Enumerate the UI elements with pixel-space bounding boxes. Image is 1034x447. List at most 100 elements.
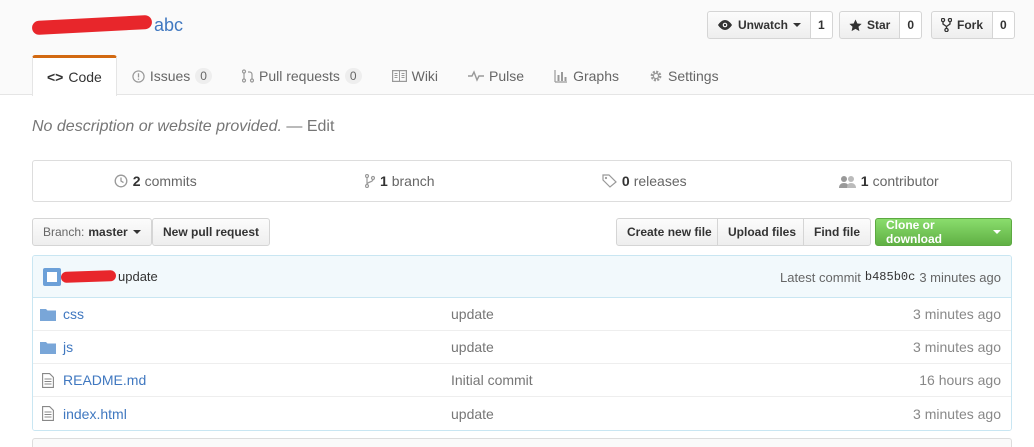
- star-icon: [849, 18, 862, 32]
- branch-select-button[interactable]: Branch: master: [32, 218, 152, 246]
- gear-icon: [649, 69, 663, 83]
- file-name-link[interactable]: js: [63, 339, 451, 355]
- branch-icon: [364, 174, 375, 188]
- table-row: js update 3 minutes ago: [33, 331, 1011, 364]
- edit-description-link[interactable]: Edit: [307, 118, 335, 135]
- unwatch-label: Unwatch: [738, 18, 789, 32]
- find-file-button[interactable]: Find file: [803, 218, 871, 246]
- clone-or-download-button[interactable]: Clone or download: [875, 218, 1012, 246]
- star-label: Star: [867, 18, 891, 32]
- upload-files-button[interactable]: Upload files: [717, 218, 808, 246]
- folder-icon: [33, 308, 63, 321]
- readme-box-edge: [32, 438, 1012, 447]
- pull-request-icon: [241, 69, 254, 83]
- contributor-label: contributor: [872, 173, 939, 189]
- tab-issues[interactable]: Issues 0: [117, 55, 227, 96]
- folder-icon: [33, 341, 63, 354]
- tab-settings[interactable]: Settings: [634, 55, 734, 96]
- commits-count: 2: [132, 173, 141, 189]
- latest-commit-age: 3 minutes ago: [919, 269, 1001, 285]
- fork-group: Fork 0: [931, 11, 1015, 39]
- stars-count[interactable]: 0: [900, 11, 923, 39]
- tab-label: Pulse: [489, 68, 525, 84]
- tab-wiki[interactable]: Wiki: [377, 55, 453, 96]
- repo-title: abc: [31, 12, 183, 38]
- releases-link[interactable]: 0 releases: [522, 161, 767, 201]
- table-row: README.md Initial commit 16 hours ago: [33, 364, 1011, 397]
- latest-commit-meta: Latest commit b485b0c 3 minutes ago: [780, 256, 1001, 298]
- contributor-count: 1: [860, 173, 869, 189]
- history-icon: [114, 174, 128, 188]
- file-table: update Latest commit b485b0c 3 minutes a…: [32, 255, 1012, 431]
- fork-label: Fork: [957, 18, 984, 32]
- branch-name: master: [88, 225, 128, 239]
- tag-icon: [602, 174, 617, 188]
- tab-label: Pull requests: [258, 68, 340, 84]
- create-new-file-button[interactable]: Create new file: [616, 218, 723, 246]
- description-separator: —: [286, 118, 303, 135]
- tab-label: Settings: [668, 68, 719, 84]
- code-icon: <>: [47, 69, 64, 85]
- file-name-link[interactable]: index.html: [63, 406, 451, 422]
- owner-redaction: [31, 14, 153, 36]
- chevron-down-icon: [993, 230, 1001, 234]
- issue-icon: [132, 69, 145, 83]
- graph-icon: [554, 69, 568, 83]
- star-button[interactable]: Star: [839, 11, 901, 39]
- file-text-icon: [33, 406, 63, 421]
- commits-link[interactable]: 2 commits: [33, 161, 278, 201]
- numbers-summary: 2 commits 1 branch 0 releases 1 contribu…: [32, 160, 1012, 202]
- releases-count: 0: [621, 173, 630, 189]
- file-age: 3 minutes ago: [913, 405, 1001, 422]
- file-age: 3 minutes ago: [913, 339, 1001, 355]
- pull-requests-counter: 0: [344, 68, 362, 84]
- tab-pulse[interactable]: Pulse: [453, 55, 539, 96]
- latest-commit-prefix: Latest commit: [779, 269, 861, 285]
- commits-label: commits: [144, 173, 197, 189]
- latest-commit-bar: update Latest commit b485b0c 3 minutes a…: [33, 256, 1011, 298]
- releases-label: releases: [633, 173, 687, 189]
- eye-icon: [717, 19, 733, 31]
- fork-button[interactable]: Fork: [931, 11, 994, 39]
- description-text: No description or website provided.: [32, 118, 282, 135]
- commit-sha-link[interactable]: b485b0c: [865, 270, 915, 284]
- tab-label: Wiki: [411, 68, 439, 84]
- watch-group: Unwatch 1: [707, 11, 833, 39]
- tab-label: Code: [68, 69, 102, 85]
- author-redaction: [60, 270, 117, 283]
- star-group: Star 0: [839, 11, 923, 39]
- clone-label: Clone or download: [886, 218, 942, 246]
- latest-commit-message[interactable]: update: [118, 269, 158, 284]
- fork-icon: [941, 18, 952, 32]
- book-icon: [391, 70, 407, 82]
- file-text-icon: [33, 372, 63, 388]
- repo-nav: <> Code Issues 0 Pull requests 0 Wiki Pu…: [32, 55, 734, 96]
- file-name-link[interactable]: README.md: [63, 372, 451, 388]
- file-name-link[interactable]: css: [63, 306, 451, 322]
- watchers-count[interactable]: 1: [811, 11, 833, 39]
- file-age: 16 hours ago: [919, 372, 1001, 388]
- tab-graphs[interactable]: Graphs: [539, 55, 634, 96]
- branch-prefix: Branch:: [43, 225, 85, 239]
- contributors-link[interactable]: 1 contributor: [767, 161, 1012, 201]
- chevron-down-icon: [793, 23, 802, 27]
- tab-pull-requests[interactable]: Pull requests 0: [227, 55, 377, 96]
- repo-name-link[interactable]: abc: [154, 15, 183, 36]
- branch-count: 1: [379, 173, 388, 189]
- forks-count[interactable]: 0: [993, 11, 1015, 39]
- branches-link[interactable]: 1 branch: [278, 161, 523, 201]
- issues-counter: 0: [195, 68, 212, 84]
- people-icon: [838, 175, 856, 188]
- tab-label: Graphs: [573, 68, 619, 84]
- new-pull-request-button[interactable]: New pull request: [152, 218, 271, 246]
- pulse-icon: [468, 70, 485, 82]
- avatar[interactable]: [43, 267, 61, 286]
- table-row: index.html update 3 minutes ago: [33, 397, 1011, 430]
- repo-description: No description or website provided. — Ed…: [32, 118, 334, 136]
- unwatch-button[interactable]: Unwatch: [707, 11, 812, 39]
- file-age: 3 minutes ago: [913, 306, 1001, 322]
- tab-code[interactable]: <> Code: [32, 55, 117, 96]
- branch-label: branch: [391, 173, 435, 189]
- chevron-down-icon: [132, 230, 141, 234]
- tab-label: Issues: [149, 68, 191, 84]
